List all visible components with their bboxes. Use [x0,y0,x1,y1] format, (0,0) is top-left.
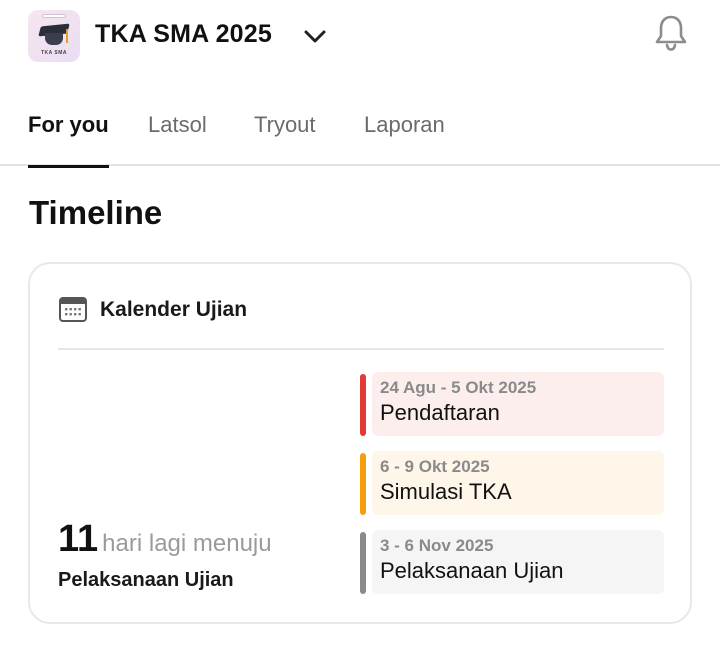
event-date: 24 Agu - 5 Okt 2025 [380,378,537,397]
calendar-icon [59,297,87,322]
event-date: 6 - 9 Okt 2025 [380,457,490,476]
tab-for-you[interactable]: For you [28,112,109,168]
card-divider [58,348,664,350]
app-logo[interactable]: TKA SMA [28,10,80,62]
logo-badge [42,14,66,18]
event-accent-bar [360,374,366,436]
event-label: Pelaksanaan Ujian [380,558,564,583]
countdown-number: 11 [58,518,99,560]
card-title: Kalender Ujian [100,298,248,321]
event-date: 3 - 6 Nov 2025 [380,536,494,555]
tab-bar: For you Latsol Tryout Laporan [0,95,720,168]
countdown-target: Pelaksanaan Ujian [58,569,234,591]
program-dropdown-button[interactable] [300,22,330,52]
logo-text: TKA SMA [40,50,68,56]
exam-calendar-card[interactable]: Kalender Ujian 11 hari lagi menuju Pelaks… [28,262,692,624]
event-accent-bar [360,453,366,515]
tab-latsol[interactable]: Latsol [148,112,207,166]
countdown-text: hari lagi menuju [102,530,272,557]
graduation-cap-base [45,33,63,45]
event-label: Pendaftaran [380,400,500,425]
bell-icon [655,15,687,51]
cap-tassel [66,29,68,43]
event-box: 3 - 6 Nov 2025 Pelaksanaan Ujian [372,530,664,594]
event-label: Simulasi TKA [380,479,512,504]
notification-button[interactable] [650,12,692,54]
event-item-pendaftaran[interactable]: 24 Agu - 5 Okt 2025 Pendaftaran [360,372,664,438]
chevron-down-icon [304,30,326,43]
event-box: 6 - 9 Okt 2025 Simulasi TKA [372,451,664,515]
tab-laporan[interactable]: Laporan [364,112,445,166]
app-header: TKA SMA TKA SMA 2025 [0,0,720,80]
app-title[interactable]: TKA SMA 2025 [95,20,272,49]
tab-tryout[interactable]: Tryout [254,112,316,166]
event-box: 24 Agu - 5 Okt 2025 Pendaftaran [372,372,664,436]
event-item-simulasi[interactable]: 6 - 9 Okt 2025 Simulasi TKA [360,451,664,517]
countdown: 11 hari lagi menuju [58,518,272,561]
event-accent-bar [360,532,366,594]
section-title: Timeline [29,194,163,231]
event-item-pelaksanaan[interactable]: 3 - 6 Nov 2025 Pelaksanaan Ujian [360,530,664,596]
